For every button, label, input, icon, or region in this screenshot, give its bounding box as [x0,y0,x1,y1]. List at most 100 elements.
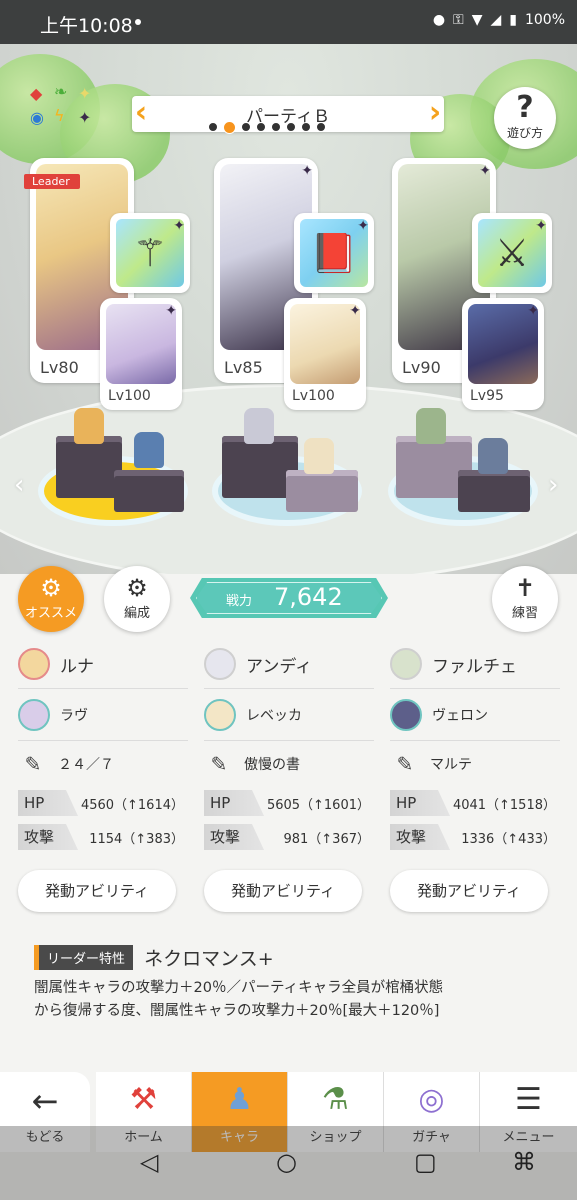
sub-character-row[interactable]: ラヴ [18,697,88,733]
hp-stat: HP 5605（↑1601） [204,790,374,816]
wifi-icon: ▼ [471,12,483,28]
stone-block [56,436,122,498]
leader-skill-label: リーダー特性 [34,945,134,970]
avatar [390,699,422,731]
attack-stat: 攻撃 1154（↑383） [18,824,188,850]
sub-character-card[interactable]: ✦ Lv100 [284,298,366,410]
party-page-dot[interactable] [301,122,311,132]
party-page-dot[interactable] [316,122,326,132]
ability-button[interactable]: 発動アビリティ [204,870,362,912]
sprite-stage-1 [38,408,190,530]
main-character-row[interactable]: ルナ [18,646,94,682]
avatar [390,648,422,680]
character-sprite [478,438,508,474]
light-element-icon: ✦ [78,84,92,103]
system-recents-icon[interactable]: ▢ [414,1148,437,1176]
team-power-badge: 戦力 7,642 [190,578,388,618]
character-icon: ♟ [226,1082,253,1117]
sub-character-card[interactable]: ✦ Lv95 [462,298,544,410]
avatar [204,648,236,680]
dot-icon: ● [432,12,446,28]
party-page-dot[interactable] [223,121,236,134]
main-character-row[interactable]: アンディ [204,646,312,682]
dark-element-icon: ✦ [349,303,361,319]
battery-level: 100% [524,12,565,28]
avatar [204,699,236,731]
power-value: 7,642 [274,583,343,611]
recommend-icon: ⚙ [40,574,62,602]
avatar [18,699,50,731]
main-character-name: ファルチェ [432,656,517,677]
weapon-name: マルテ [430,757,472,773]
sub-character-name: レベッカ [246,708,302,724]
party-page-dot[interactable] [271,122,281,132]
dark-element-icon: ✦ [173,218,185,234]
attack-value: 1336（↑433） [461,832,556,847]
attack-stat: 攻撃 981（↑367） [204,824,374,850]
power-label: 戦力 [226,594,253,609]
weapon-card[interactable]: 📕 ✦ [294,213,374,293]
help-button[interactable]: ? 遊び方 [494,87,556,149]
sprite-stage-2 [212,408,364,530]
party-page-indicator [208,121,326,134]
element-filter[interactable]: ◆ ❧ ✦ ◉ ϟ ✦ [26,82,106,138]
attack-label: 攻撃 [390,824,450,850]
main-character-row[interactable]: ファルチェ [390,646,517,682]
thunder-element-icon: ϟ [54,106,65,125]
dark-element-icon: ✦ [78,108,92,127]
dark-element-icon: ✦ [527,303,539,319]
recommend-button[interactable]: ⚙ オススメ [18,566,84,632]
weapon-row[interactable]: ✎ マルテ [390,746,472,782]
weapon-card[interactable]: ⚔ ✦ [472,213,552,293]
main-level: Lv80 [40,358,79,377]
hp-label: HP [204,790,264,816]
hp-label: HP [18,790,78,816]
party-page-dot[interactable] [256,122,266,132]
status-bar: 上午10:08 ● ⚿ ▼ ◢ ▮ 100% [0,0,577,44]
system-back-icon[interactable]: ◁ [140,1148,158,1176]
shop-icon: ⚗ [322,1082,349,1117]
attack-value: 981（↑367） [283,832,370,847]
sub-character-row[interactable]: ヴェロン [390,697,488,733]
party-page-dot[interactable] [208,122,218,132]
sub-character-row[interactable]: レベッカ [204,697,302,733]
stone-block [286,470,358,512]
leader-skill-description: 闇属性キャラの攻撃力＋20％／パーティキャラ全員が棺桶状態 から復帰する度、闇属… [34,980,444,1019]
scroll-left-icon[interactable]: ‹ [14,470,24,500]
party-slot-1[interactable]: Lv80 Leader ⚚ ✦ ✦ Lv100 [24,158,190,410]
party-slot-3[interactable]: ✦ Lv90 ⚔ ✦ ✦ Lv95 [392,158,552,410]
hp-stat: HP 4560（↑1614） [18,790,188,816]
scroll-right-icon[interactable]: › [548,470,558,500]
party-slot-2[interactable]: ✦ Lv85 📕 ✦ ✦ Lv100 [214,158,374,410]
weapon-name: 傲慢の書 [244,757,300,773]
game-controller-icon[interactable]: ⌘ [512,1148,536,1176]
help-label: 遊び方 [506,126,543,140]
formation-label: 編成 [123,606,150,621]
dark-element-icon: ✦ [479,163,491,179]
notification-dot [135,19,141,25]
formation-button[interactable]: ⚙ 編成 [104,566,170,632]
party-page-dot[interactable] [286,122,296,132]
attack-label: 攻撃 [204,824,264,850]
ability-button[interactable]: 発動アビリティ [18,870,176,912]
character-sprite [304,438,334,474]
dark-element-icon: ✦ [301,163,313,179]
weapon-row[interactable]: ✎ ２４／７ [18,746,114,782]
sprite-stage-3 [388,408,540,530]
formation-gear-icon: ⚙ [126,574,148,602]
battery-icon: ▮ [509,12,517,28]
sub-character-card[interactable]: ✦ Lv100 [100,298,182,410]
main-character-name: アンディ [246,656,313,677]
fire-element-icon: ◆ [30,84,43,103]
system-home-icon[interactable]: ○ [276,1148,297,1176]
practice-button[interactable]: ✝ 練習 [492,566,558,632]
weapon-card[interactable]: ⚚ ✦ [110,213,190,293]
recommend-label: オススメ [24,606,77,621]
weapon-row[interactable]: ✎ 傲慢の書 [204,746,300,782]
party-page-dot[interactable] [241,122,251,132]
ability-button[interactable]: 発動アビリティ [390,870,548,912]
next-party-arrow-icon[interactable]: › [424,96,446,132]
sub-character-name: ラヴ [60,708,88,724]
stone-block [114,470,184,512]
sub-level: Lv100 [108,388,151,404]
